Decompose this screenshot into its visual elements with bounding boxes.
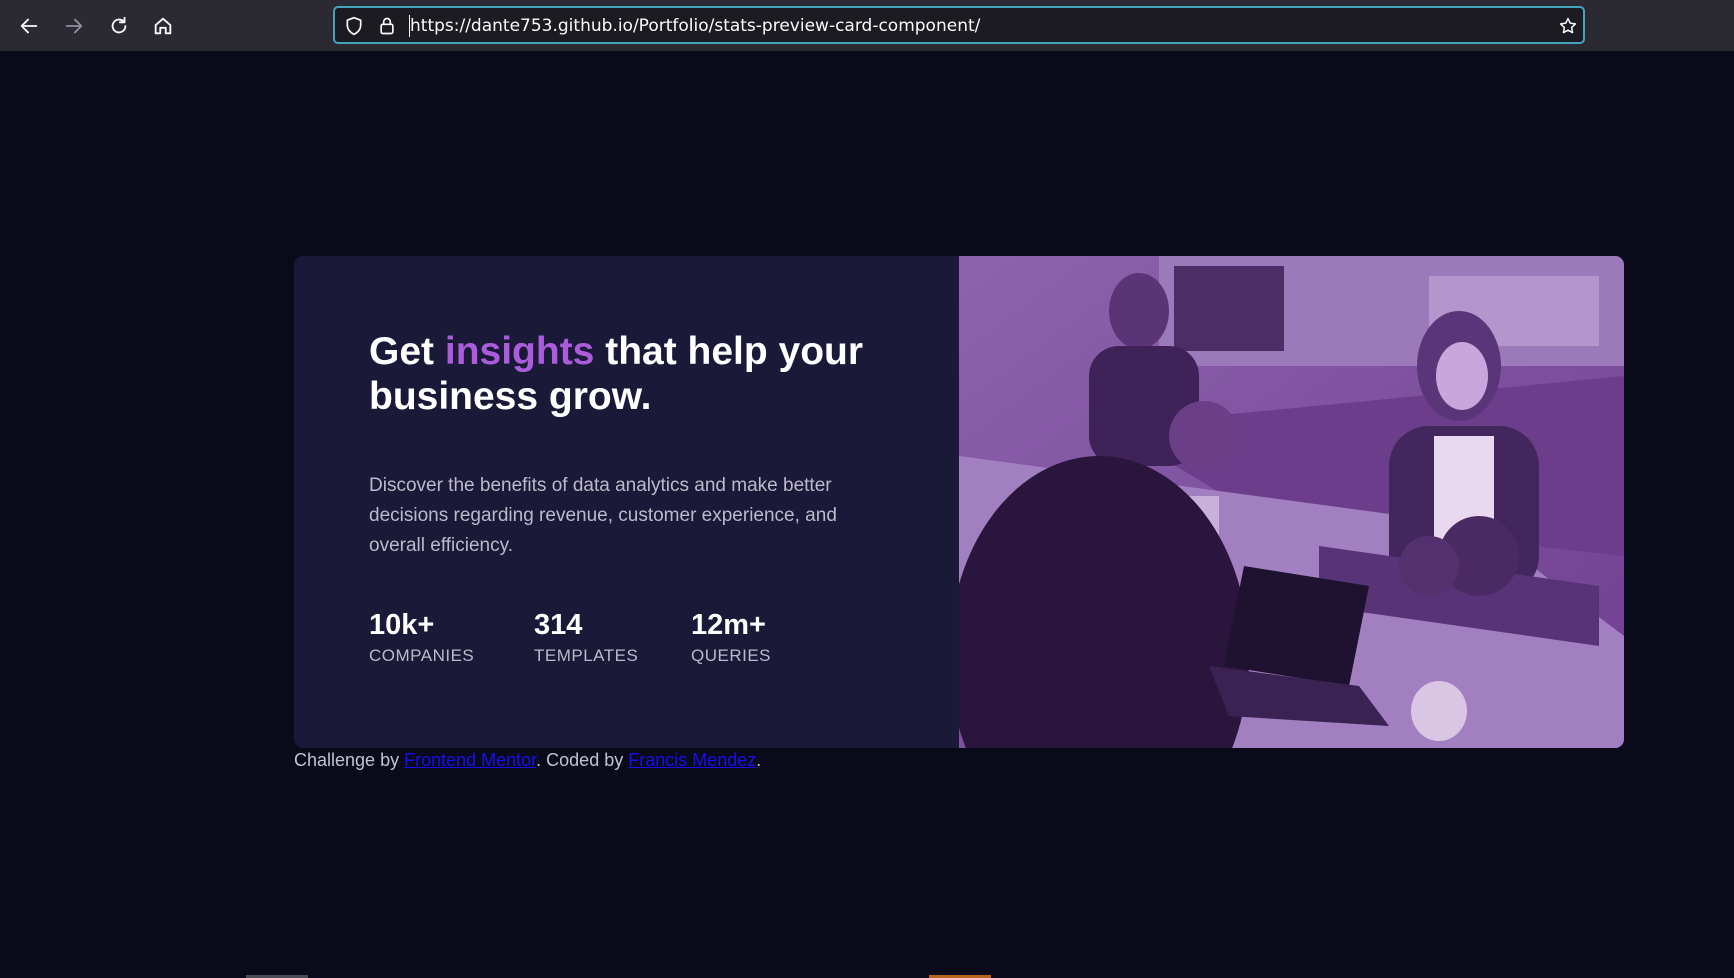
url-text[interactable]: https://dante753.github.io/Portfolio/sta…	[410, 16, 980, 36]
stat-templates: 314 TEMPLATES	[534, 608, 638, 666]
stat-value: 12m+	[691, 609, 766, 641]
stat-label: TEMPLATES	[534, 646, 639, 665]
back-icon	[20, 18, 38, 34]
headline-start: Get	[369, 330, 445, 373]
card-description: Discover the benefits of data analytics …	[369, 475, 837, 556]
frontend-mentor-link[interactable]: Frontend Mentor	[404, 750, 536, 770]
stat-label: QUERIES	[691, 646, 772, 665]
attribution-middle: . Coded by	[536, 750, 629, 770]
url-bar[interactable]: https://dante753.github.io/Portfolio/sta…	[333, 6, 1585, 44]
card-content: Get insights that help your business gro…	[294, 256, 959, 748]
back-button[interactable]	[13, 10, 45, 42]
office-photo	[959, 256, 1624, 748]
attribution-footer: Challenge by Frontend Mentor. Coded by F…	[294, 750, 761, 771]
author-link[interactable]: Francis Mendez	[628, 750, 756, 770]
browser-toolbar: https://dante753.github.io/Portfolio/sta…	[0, 0, 1734, 51]
stats-preview-card: Get insights that help your business gro…	[294, 256, 1624, 748]
stat-label: COMPANIES	[369, 646, 475, 665]
office-photo-illustration	[959, 256, 1624, 748]
stat-companies: 10k+ COMPANIES	[369, 608, 474, 666]
home-icon	[154, 17, 172, 35]
star-icon[interactable]	[1558, 16, 1578, 36]
reload-button[interactable]	[103, 10, 135, 42]
forward-icon	[65, 18, 83, 34]
attribution-suffix: .	[756, 750, 762, 770]
shield-icon[interactable]	[344, 16, 364, 36]
home-button[interactable]	[147, 10, 179, 42]
forward-button[interactable]	[58, 10, 90, 42]
lock-icon[interactable]	[377, 16, 397, 36]
reload-icon	[111, 16, 127, 34]
stat-queries: 12m+ QUERIES	[691, 608, 771, 666]
card-headline: Get insights that help your business gro…	[369, 329, 929, 419]
headline-accent: insights	[444, 330, 595, 373]
stat-value: 10k+	[369, 609, 435, 641]
attribution-prefix: Challenge by	[294, 750, 405, 770]
stat-value: 314	[534, 609, 583, 641]
